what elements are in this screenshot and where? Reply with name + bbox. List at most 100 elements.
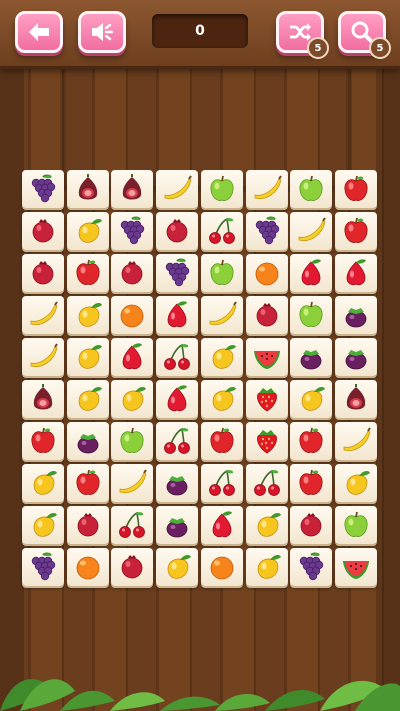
strawberry-icon	[256, 430, 277, 454]
tile-mango[interactable]	[245, 506, 288, 544]
tile-red-apple[interactable]	[200, 422, 243, 460]
grapes-icon	[31, 174, 56, 203]
tile-mangosteen[interactable]	[334, 296, 377, 334]
tile-banana[interactable]	[22, 296, 64, 334]
tile-orange[interactable]	[245, 254, 288, 292]
foliage-decoration	[0, 679, 400, 711]
tile-grapes[interactable]	[111, 212, 154, 250]
red-apple-icon	[299, 469, 323, 495]
tile-red-apple[interactable]	[22, 422, 64, 460]
tile-pomegranate[interactable]	[22, 212, 64, 250]
tile-strawberry[interactable]	[245, 422, 288, 460]
tile-red-apple[interactable]	[334, 170, 377, 208]
red-apple-icon	[76, 469, 100, 495]
rose-apple-icon	[346, 259, 366, 286]
tile-rose-apple[interactable]	[156, 380, 199, 418]
tile-grapes[interactable]	[156, 254, 199, 292]
tile-orange[interactable]	[66, 548, 109, 586]
tile-mango[interactable]	[334, 464, 377, 502]
tile-green-apple[interactable]	[111, 422, 154, 460]
tile-fig[interactable]	[111, 170, 154, 208]
tile-watermelon[interactable]	[245, 338, 288, 376]
tile-mango[interactable]	[22, 506, 64, 544]
tile-pomegranate[interactable]	[111, 548, 154, 586]
tile-pomegranate[interactable]	[111, 254, 154, 292]
tile-green-apple[interactable]	[334, 506, 377, 544]
tile-rose-apple[interactable]	[200, 506, 243, 544]
banana-icon	[254, 175, 282, 200]
tile-mangosteen[interactable]	[66, 422, 109, 460]
tile-red-apple[interactable]	[290, 422, 333, 460]
tile-mango[interactable]	[66, 380, 109, 418]
shuffle-button[interactable]: 5	[276, 11, 329, 59]
tile-banana[interactable]	[156, 170, 199, 208]
tile-pomegranate[interactable]	[22, 254, 64, 292]
tile-mango[interactable]	[290, 380, 333, 418]
tile-pomegranate[interactable]	[245, 296, 288, 334]
mango-icon	[78, 387, 102, 411]
tile-grapes[interactable]	[22, 170, 64, 208]
tile-mangosteen[interactable]	[290, 338, 333, 376]
tile-cherries[interactable]	[156, 422, 199, 460]
tile-banana[interactable]	[200, 296, 243, 334]
tile-board	[22, 170, 378, 590]
tile-fig[interactable]	[334, 380, 377, 418]
tile-strawberry[interactable]	[245, 380, 288, 418]
tile-mango[interactable]	[66, 338, 109, 376]
tile-red-apple[interactable]	[290, 464, 333, 502]
tile-mango[interactable]	[200, 380, 243, 418]
tile-orange[interactable]	[111, 296, 154, 334]
pomegranate-icon	[77, 513, 99, 537]
mango-icon	[122, 387, 147, 411]
strawberry-icon	[256, 388, 277, 412]
tile-rose-apple[interactable]	[334, 254, 377, 292]
tile-orange[interactable]	[200, 548, 243, 586]
tile-red-apple[interactable]	[66, 464, 109, 502]
mango-icon	[33, 471, 57, 495]
sound-button[interactable]	[78, 11, 126, 53]
tile-rose-apple[interactable]	[290, 254, 333, 292]
tile-mangosteen[interactable]	[156, 464, 199, 502]
mango-icon	[257, 513, 281, 537]
tile-pomegranate[interactable]	[66, 506, 109, 544]
tile-banana[interactable]	[334, 422, 377, 460]
tile-mango[interactable]	[22, 464, 64, 502]
tile-mango[interactable]	[200, 338, 243, 376]
tile-cherries[interactable]	[245, 464, 288, 502]
tile-green-apple[interactable]	[200, 170, 243, 208]
tile-red-apple[interactable]	[66, 254, 109, 292]
tile-cherries[interactable]	[156, 338, 199, 376]
green-apple-icon	[344, 511, 368, 537]
tile-fig[interactable]	[66, 170, 109, 208]
tile-watermelon[interactable]	[334, 548, 377, 586]
back-button[interactable]	[15, 11, 63, 53]
tile-mangosteen[interactable]	[334, 338, 377, 376]
tile-mango[interactable]	[111, 380, 154, 418]
tile-green-apple[interactable]	[200, 254, 243, 292]
tile-grapes[interactable]	[245, 212, 288, 250]
tile-mango[interactable]	[156, 548, 199, 586]
tile-mango[interactable]	[245, 548, 288, 586]
tile-rose-apple[interactable]	[111, 338, 154, 376]
tile-fig[interactable]	[22, 380, 64, 418]
tile-cherries[interactable]	[111, 506, 154, 544]
tile-cherries[interactable]	[200, 464, 243, 502]
fig-icon	[33, 384, 53, 410]
tile-banana[interactable]	[290, 212, 333, 250]
tile-banana[interactable]	[111, 464, 154, 502]
tile-green-apple[interactable]	[290, 296, 333, 334]
tile-banana[interactable]	[22, 338, 64, 376]
tile-rose-apple[interactable]	[156, 296, 199, 334]
tile-grapes[interactable]	[22, 548, 64, 586]
tile-banana[interactable]	[245, 170, 288, 208]
tile-pomegranate[interactable]	[290, 506, 333, 544]
tile-green-apple[interactable]	[290, 170, 333, 208]
tile-grapes[interactable]	[290, 548, 333, 586]
tile-red-apple[interactable]	[334, 212, 377, 250]
tile-mango[interactable]	[66, 296, 109, 334]
tile-mangosteen[interactable]	[156, 506, 199, 544]
tile-pomegranate[interactable]	[156, 212, 199, 250]
hint-button[interactable]: 5	[338, 11, 391, 59]
tile-mango[interactable]	[66, 212, 109, 250]
tile-cherries[interactable]	[200, 212, 243, 250]
